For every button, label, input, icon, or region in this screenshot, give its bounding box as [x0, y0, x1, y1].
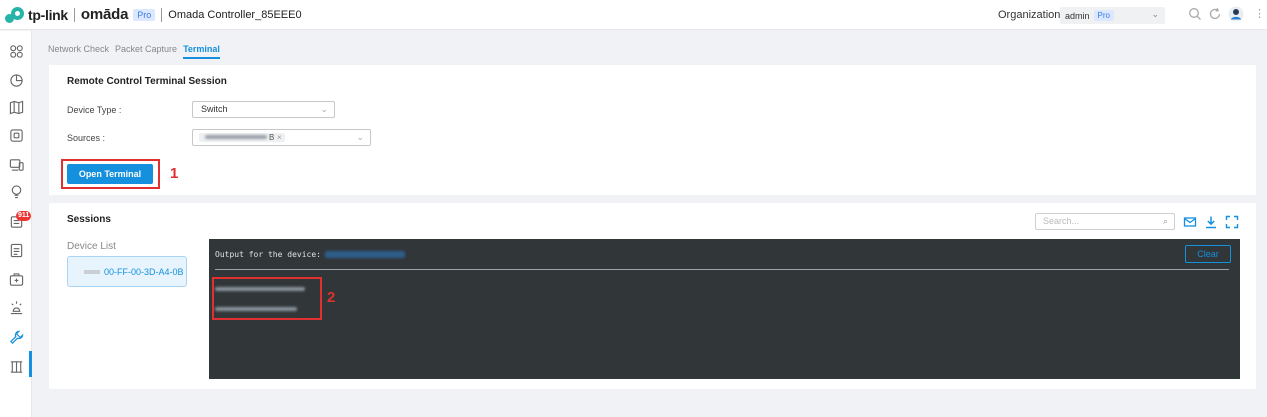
device-list-label: Device List [67, 241, 116, 252]
chevron-down-icon: ⌄ [1151, 9, 1159, 19]
audit-icon [10, 360, 22, 373]
sidebar-item-statistics[interactable] [6, 70, 26, 90]
terminal-output[interactable]: Output for the device: Clear 2 [209, 239, 1240, 379]
source-chip: B × [199, 133, 285, 142]
sidebar-item-dashboard[interactable] [6, 41, 26, 61]
annotation-number-1: 1 [170, 165, 179, 182]
brand-name: tp-link [28, 6, 68, 23]
device-type-value: Switch [201, 104, 228, 114]
search-icon[interactable] [1188, 7, 1202, 21]
logs-icon [10, 243, 22, 257]
sidebar-item-clients[interactable] [6, 154, 26, 174]
controller-name: Omada Controller_85EEE0 [168, 8, 302, 21]
sessions-panel: Sessions Search... ⌕ Device List 00-FF-0… [49, 203, 1256, 389]
fullscreen-icon[interactable] [1225, 215, 1239, 229]
chevron-down-icon: ⌄ [320, 104, 328, 114]
divider [73, 7, 75, 22]
device-type-select[interactable]: Switch ⌄ [192, 101, 335, 118]
product-pro-badge: Pro [133, 8, 156, 21]
chevron-down-icon: ⌄ [356, 132, 364, 142]
annotation-number-2: 2 [327, 289, 336, 306]
tools-tabs: Network Check Packet Capture Terminal [48, 44, 220, 59]
sidebar-item-audit[interactable] [6, 356, 26, 376]
device-list-item[interactable]: 00-FF-00-3D-A4-0B [67, 256, 187, 287]
tp-link-logo[interactable]: tp-link [4, 6, 68, 24]
dashboard-icon [9, 44, 23, 58]
top-bar: tp-link omāda Pro Omada Controller_85EEE… [0, 0, 1267, 30]
source-chip-redacted [205, 135, 267, 139]
organization-pro-badge: Pro [1093, 10, 1114, 21]
switch-device-icon [84, 269, 100, 274]
tab-terminal[interactable]: Terminal [183, 44, 220, 59]
sidebar-item-insight[interactable] [6, 181, 26, 201]
annotation-box-1 [61, 159, 160, 189]
user-avatar-icon[interactable] [1228, 6, 1244, 22]
sidebar-item-map[interactable] [6, 97, 26, 117]
source-chip-suffix: B [269, 133, 275, 142]
sources-label: Sources : [67, 133, 106, 143]
sidebar-item-hotspot[interactable] [6, 297, 26, 317]
refresh-icon[interactable] [1208, 7, 1222, 21]
more-vertical-icon[interactable]: ⋮ [1254, 7, 1265, 21]
sidebar-item-report[interactable] [6, 269, 26, 289]
clients-icon [9, 158, 24, 171]
sidebar-active-indicator [29, 351, 32, 377]
alerts-count-badge: 911 [16, 211, 32, 221]
organization-value: admin [1065, 10, 1090, 21]
sidebar-item-tools[interactable] [6, 327, 26, 347]
divider [161, 7, 163, 22]
wrench-icon [9, 330, 23, 344]
clear-button[interactable]: Clear [1185, 245, 1231, 263]
remote-section-title: Remote Control Terminal Session [67, 76, 227, 87]
remote-control-panel: Remote Control Terminal Session Device T… [49, 65, 1256, 195]
terminal-output-label: Output for the device: [215, 250, 321, 259]
device-type-label: Device Type : [67, 105, 122, 115]
organization-label: Organization: [998, 9, 1064, 21]
sidebar-item-logs[interactable] [6, 240, 26, 260]
hotspot-icon [10, 300, 22, 314]
search-placeholder: Search... [1043, 216, 1080, 226]
terminal-divider [215, 269, 1229, 270]
map-icon [9, 100, 23, 114]
sessions-title: Sessions [67, 214, 111, 225]
tp-link-logo-icon [4, 6, 26, 24]
tab-packet-capture[interactable]: Packet Capture [115, 44, 177, 59]
sidebar: 911 [0, 31, 32, 417]
tab-network-check[interactable]: Network Check [48, 44, 109, 59]
sources-select[interactable]: B × ⌄ [192, 129, 371, 146]
annotation-box-2 [212, 277, 322, 320]
sidebar-item-devices[interactable] [6, 125, 26, 145]
statistics-icon [9, 73, 23, 87]
session-search-input[interactable]: Search... ⌕ [1035, 213, 1175, 230]
product-name: omāda [80, 6, 129, 23]
mail-icon[interactable] [1183, 215, 1197, 229]
search-icon: ⌕ [1162, 216, 1168, 226]
devices-icon [9, 128, 23, 142]
organization-select[interactable]: admin Pro ⌄ [1060, 7, 1165, 24]
remove-chip-icon[interactable]: × [277, 130, 282, 145]
device-name: 00-FF-00-3D-A4-0B [104, 266, 184, 277]
download-icon[interactable] [1204, 215, 1218, 229]
insight-icon [11, 184, 21, 198]
device-id-redacted [325, 251, 405, 258]
report-icon [9, 272, 23, 286]
